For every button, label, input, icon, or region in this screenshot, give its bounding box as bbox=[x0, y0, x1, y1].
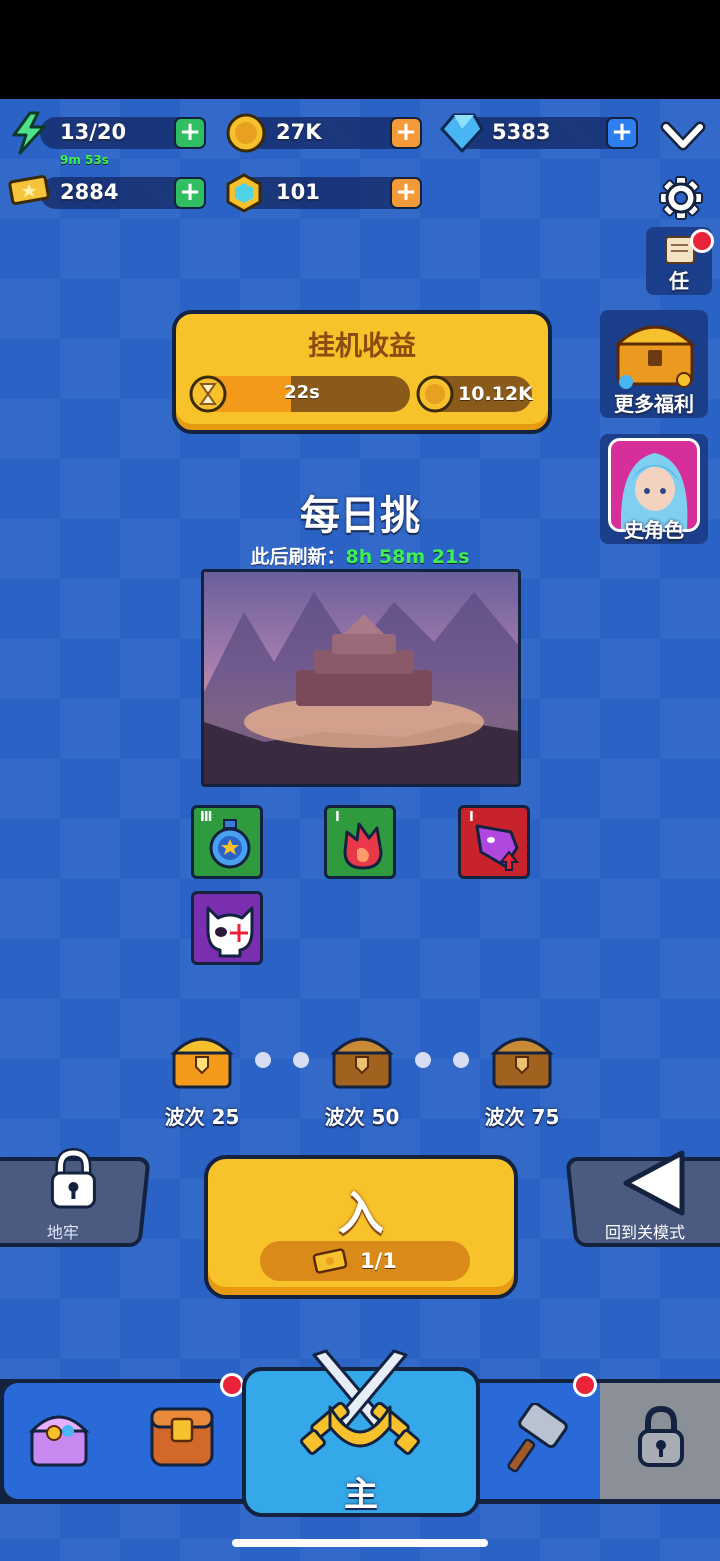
lock-icon bbox=[638, 1405, 684, 1467]
nav-tab-shop[interactable] bbox=[24, 1403, 94, 1473]
dungeon-button[interactable]: 地牢 bbox=[0, 1147, 151, 1247]
shop-chest-icon bbox=[28, 1415, 90, 1467]
energy-icon bbox=[12, 111, 46, 155]
progress-dot bbox=[255, 1052, 271, 1068]
lock-icon bbox=[50, 1147, 96, 1209]
idle-reward-text: 10.12K bbox=[458, 383, 533, 405]
milestone-label: 波次 50 bbox=[324, 1105, 400, 1129]
ticket-icon bbox=[312, 1248, 348, 1274]
backpack-icon bbox=[150, 1407, 214, 1467]
crossed-swords-icon bbox=[300, 1349, 420, 1455]
fire-icon bbox=[343, 822, 383, 870]
monster-upgrade-icon bbox=[475, 824, 520, 871]
hourglass-coin-icon bbox=[189, 375, 227, 413]
coin-icon bbox=[226, 113, 266, 153]
notification-dot bbox=[573, 1373, 597, 1397]
chest-gold-icon[interactable] bbox=[170, 1027, 234, 1091]
add-coins-button[interactable]: + bbox=[390, 117, 422, 149]
back-label: 回到关模式 bbox=[605, 1223, 686, 1242]
nav-tab-locked[interactable] bbox=[600, 1383, 720, 1499]
coin-icon bbox=[416, 375, 454, 413]
gear-icon[interactable] bbox=[658, 175, 704, 221]
temple-landscape-illustration bbox=[204, 592, 518, 784]
tickets-value: 2884 bbox=[60, 180, 119, 204]
refresh-timer: 8h 58m 21s bbox=[345, 546, 470, 568]
tokens-value: 101 bbox=[276, 180, 320, 204]
gem-icon bbox=[440, 113, 484, 153]
skull-icon bbox=[206, 906, 254, 958]
game-screen: 13/20 9m 53s + 27K + 5383 + 2884 + 101 + bbox=[0, 99, 720, 1561]
back-to-levels-button[interactable]: 回到关模式 bbox=[565, 1150, 720, 1247]
more-rewards-label: 更多福利 bbox=[614, 392, 694, 416]
daily-title: 每日挑 bbox=[300, 493, 420, 539]
modifier-monster-upgrade[interactable]: I bbox=[458, 805, 530, 879]
notification-dot bbox=[220, 1373, 244, 1397]
bottom-nav: 主 bbox=[0, 1349, 720, 1517]
progress-dot bbox=[293, 1052, 309, 1068]
chevron-down-icon[interactable] bbox=[660, 119, 706, 153]
progress-dot bbox=[415, 1052, 431, 1068]
more-rewards-button[interactable]: 更多福利 bbox=[600, 310, 708, 418]
progress-dot bbox=[453, 1052, 469, 1068]
modifier-skull[interactable] bbox=[191, 891, 263, 965]
hex-token-icon bbox=[226, 173, 262, 213]
add-tokens-button[interactable]: + bbox=[390, 177, 422, 209]
add-tickets-button[interactable]: + bbox=[174, 177, 206, 209]
energy-value: 13/20 bbox=[60, 120, 127, 144]
coins-value: 27K bbox=[276, 120, 322, 144]
hammer-icon bbox=[507, 1401, 568, 1473]
stage-preview-image bbox=[201, 569, 521, 787]
enter-button[interactable]: 入 1/1 bbox=[204, 1155, 518, 1299]
milestone-label: 波次 25 bbox=[164, 1105, 240, 1129]
milestone-label: 波次 75 bbox=[484, 1105, 560, 1129]
play-back-icon bbox=[623, 1150, 685, 1216]
ticket-icon bbox=[8, 175, 50, 205]
daily-refresh: 此后刷新：8h 58m 21s bbox=[0, 542, 720, 569]
add-energy-button[interactable]: + bbox=[174, 117, 206, 149]
treasure-chest-icon bbox=[614, 325, 696, 389]
gems-value: 5383 bbox=[492, 120, 551, 144]
stopwatch-star-icon bbox=[209, 819, 251, 869]
notification-dot bbox=[690, 229, 714, 253]
nav-tab-forge[interactable] bbox=[506, 1401, 572, 1473]
idle-title: 挂机收益 bbox=[308, 331, 416, 362]
idle-earnings-panel[interactable]: 挂机收益 22s 10.12K bbox=[172, 310, 552, 434]
quest-button[interactable]: 任 bbox=[646, 227, 714, 295]
modifier-fire[interactable]: I bbox=[324, 805, 396, 879]
home-indicator bbox=[232, 1539, 488, 1547]
nav-tab-inventory[interactable] bbox=[146, 1395, 218, 1471]
enter-count-pill: 1/1 bbox=[260, 1241, 470, 1281]
chest-bronze-icon[interactable] bbox=[330, 1027, 394, 1091]
refresh-label: 此后刷新： bbox=[250, 546, 346, 568]
enter-label: 入 bbox=[338, 1186, 384, 1240]
energy-timer: 9m 53s bbox=[60, 153, 109, 167]
enter-count: 1/1 bbox=[360, 1249, 397, 1273]
add-gems-button[interactable]: + bbox=[606, 117, 638, 149]
chest-bronze-icon[interactable] bbox=[490, 1027, 554, 1091]
quest-label: 任 bbox=[669, 269, 689, 293]
nav-main-label: 主 bbox=[344, 1475, 378, 1515]
modifier-stopwatch[interactable]: III bbox=[191, 805, 263, 879]
dungeon-label: 地牢 bbox=[46, 1223, 79, 1242]
